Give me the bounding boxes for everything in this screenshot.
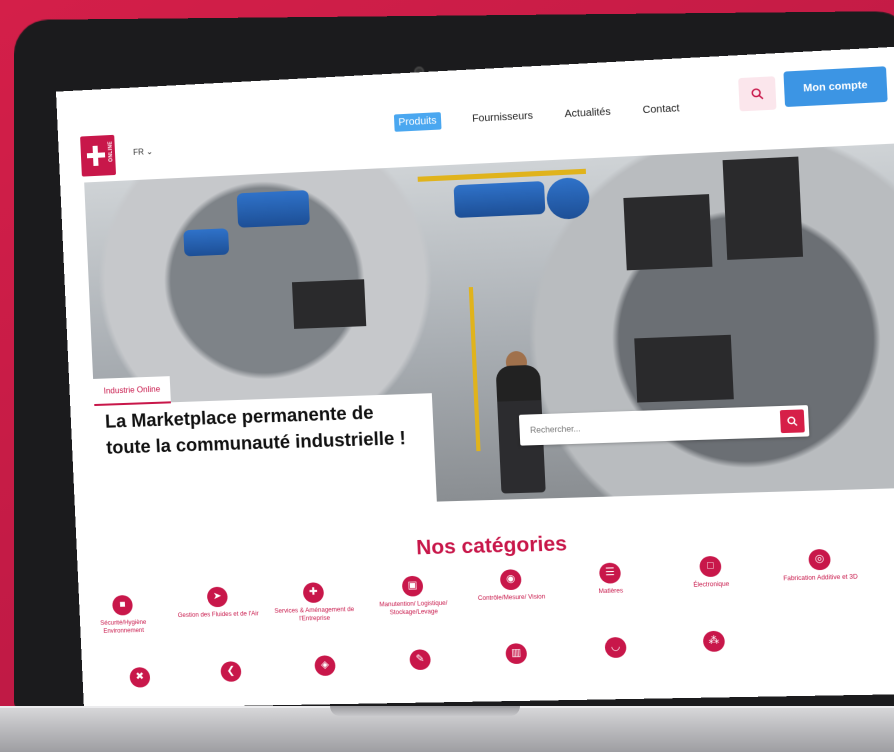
category-item[interactable]: ■ Sécurité/Hygiène Environnement <box>79 594 167 636</box>
category-label: Électronique <box>693 581 730 589</box>
category-label: Matières <box>598 588 624 596</box>
tools-icon: ✖ <box>129 667 151 688</box>
logo-text: ONLINE <box>107 140 115 162</box>
hero-image-panel <box>722 156 804 260</box>
cup-icon: ▥ <box>505 643 528 665</box>
hero-tag: Industrie Online <box>93 376 171 407</box>
folder-icon: ■ <box>111 594 134 616</box>
laptop-frame: ONLINE FR ⌄ Produits Fournisseurs Actual… <box>0 0 894 752</box>
search-icon <box>787 416 798 427</box>
arrow-icon: ❮ <box>220 661 242 682</box>
category-item[interactable]: ▣ Manutention/ Logistique/ Stockage/Leva… <box>367 575 458 618</box>
category-label: Services & Aménagement de l'Entreprise <box>274 606 355 623</box>
network-icon: ⁂ <box>702 630 726 652</box>
category-item[interactable]: ✚ Services & Aménagement de l'Entreprise <box>269 581 359 624</box>
hero-image-panel <box>634 334 734 403</box>
send-icon: ➤ <box>206 586 228 608</box>
site-logo[interactable]: ONLINE <box>80 134 117 177</box>
chip-icon: □ <box>699 555 722 578</box>
category-item[interactable]: □ Électronique <box>664 555 758 591</box>
nav-contact[interactable]: Contact <box>642 103 679 116</box>
category-label: Sécurité/Hygiène Environnement <box>100 619 147 635</box>
laptop-bezel: ONLINE FR ⌄ Produits Fournisseurs Actual… <box>14 10 894 720</box>
search-input[interactable] <box>518 406 782 446</box>
category-label: Manutention/ Logistique/ Stockage/Levage <box>379 600 448 617</box>
nav-fournisseurs[interactable]: Fournisseurs <box>472 110 533 124</box>
hero-image-panel <box>291 279 367 329</box>
box-icon: ▣ <box>401 575 424 597</box>
category-item[interactable]: ❮ <box>187 661 276 687</box>
hero-image-panel <box>623 194 713 271</box>
nav-produits[interactable]: Produits <box>393 112 442 132</box>
header-search-button[interactable] <box>738 76 777 112</box>
category-label: Contrôle/Mesure/ Vision <box>477 594 546 603</box>
website-screen: ONLINE FR ⌄ Produits Fournisseurs Actual… <box>55 46 894 709</box>
hero-image-motor <box>236 190 310 228</box>
nav-actualites[interactable]: Actualités <box>564 107 611 121</box>
document-icon: ☰ <box>598 562 622 584</box>
hero-search <box>518 405 810 446</box>
search-submit-button[interactable] <box>779 409 805 434</box>
gauge-icon: ◉ <box>499 569 522 591</box>
category-item[interactable]: ◉ Contrôle/Mesure/ Vision <box>465 568 557 603</box>
language-selector[interactable]: FR ⌄ <box>133 147 153 157</box>
categories-grid: ■ Sécurité/Hygiène Environnement ➤ Gesti… <box>79 548 894 709</box>
category-item[interactable]: ✎ <box>375 649 466 675</box>
hero-image-motor <box>453 181 546 219</box>
category-item[interactable]: ◎ Fabrication Additive et 3D <box>765 548 876 584</box>
printer-icon: ◎ <box>808 548 831 571</box>
hero-image-motor <box>183 228 230 257</box>
hero-image-rail <box>468 287 481 452</box>
chevron-down-icon: ⌄ <box>143 146 154 157</box>
eye-icon: ◈ <box>314 655 336 677</box>
category-item[interactable]: ▥ <box>471 642 563 668</box>
hero-image-motor <box>545 176 591 221</box>
category-label: Fabrication Additive et 3D <box>783 574 858 583</box>
category-label: Gestion des Fluides et de l'Air <box>177 611 259 620</box>
pen-icon: ✎ <box>409 649 432 671</box>
hero-banner: Industrie Online La Marketplace permanen… <box>84 142 894 512</box>
category-item[interactable]: ⁂ <box>667 630 761 657</box>
category-item[interactable]: ◈ <box>280 655 370 681</box>
category-item[interactable]: ☰ Matières <box>564 562 657 597</box>
basket-icon: ◡ <box>604 636 627 659</box>
category-item[interactable]: ◡ <box>569 636 662 663</box>
account-button[interactable]: Mon compte <box>783 66 888 108</box>
hero-headline: La Marketplace permanente de toute la co… <box>104 402 407 458</box>
search-icon <box>751 87 765 100</box>
main-nav: Produits Fournisseurs Actualités Contact <box>393 100 680 132</box>
laptop-notch <box>330 706 520 716</box>
move-icon: ✚ <box>302 582 325 604</box>
category-item[interactable]: ➤ Gestion des Fluides et de l'Air <box>173 586 262 620</box>
category-item[interactable]: ✖ <box>96 666 184 692</box>
language-label: FR <box>132 147 145 157</box>
